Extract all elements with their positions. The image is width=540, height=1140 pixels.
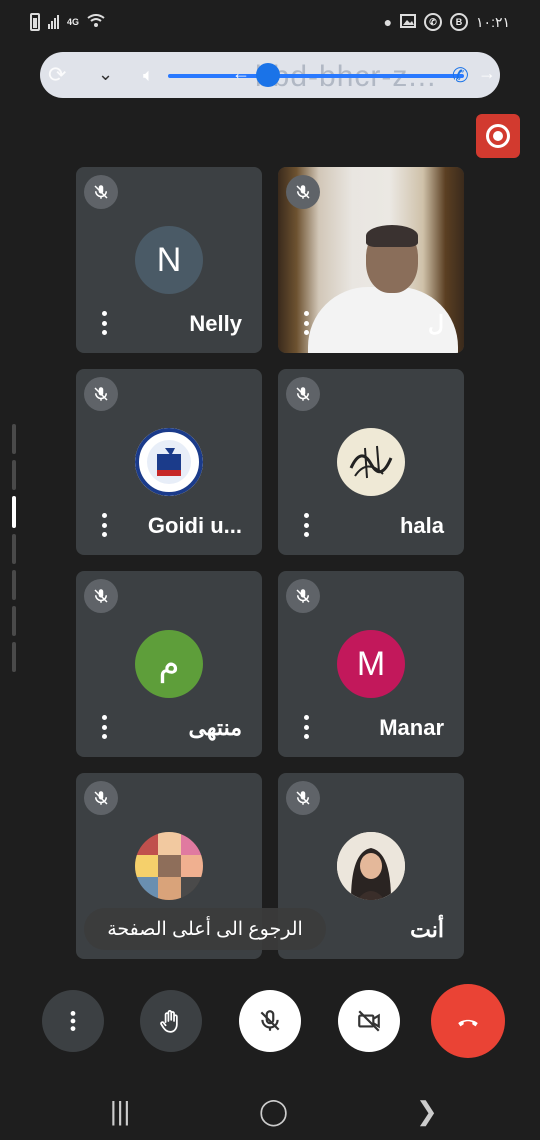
avatar: م [135, 630, 203, 698]
call-info-bar[interactable]: ⟳ ⌄ 🔈︎ bbd-bhcr-z... ← ✆ → [40, 52, 500, 98]
avatar: N [135, 226, 203, 294]
back-button[interactable]: ❯ [416, 1096, 438, 1127]
b-circle-icon: B [450, 13, 469, 31]
mic-off-icon [84, 579, 118, 613]
more-vert-icon[interactable] [300, 513, 312, 537]
more-vert-icon [70, 1011, 76, 1031]
participant-tile-video[interactable]: ل [278, 167, 464, 353]
scroll-to-top-toast[interactable]: الرجوع الى أعلى الصفحة [84, 908, 326, 950]
hand-icon [160, 1010, 178, 1033]
volume-slider-thumb[interactable] [256, 63, 280, 87]
more-vert-icon[interactable] [300, 715, 312, 739]
participant-tile-hala[interactable]: hala [278, 369, 464, 555]
more-vert-icon[interactable] [98, 715, 110, 739]
recording-button[interactable] [476, 114, 520, 158]
mic-off-icon [286, 175, 320, 209]
participant-name: Manar [379, 715, 444, 740]
mic-toggle-button[interactable] [239, 990, 301, 1052]
participant-tile-nelly[interactable]: N Nelly [76, 167, 262, 353]
arrow-right-icon: → [478, 63, 496, 83]
more-options-button[interactable] [42, 990, 104, 1052]
clock: ١٠:٢١ [476, 13, 510, 30]
mic-off-icon [84, 377, 118, 411]
gallery-icon [400, 14, 417, 30]
camera-off-icon [358, 1010, 380, 1032]
dot-icon: ● [383, 14, 393, 30]
kids-collage-avatar [135, 832, 203, 900]
whatsapp-icon: ✆ [424, 13, 443, 31]
woman-hijab-avatar [337, 832, 405, 900]
status-left: 4G [30, 13, 105, 31]
raise-hand-button[interactable] [140, 990, 202, 1052]
goidi-logo-avatar [135, 428, 203, 496]
more-vert-icon[interactable] [98, 311, 110, 335]
participant-tile-manar[interactable]: M Manar [278, 571, 464, 757]
participant-name: Goidi u... [147, 513, 242, 538]
battery-icon [30, 13, 40, 31]
mic-off-icon [286, 377, 320, 411]
more-vert-icon[interactable] [98, 513, 110, 537]
participant-tile-muntaha[interactable]: م منتهى [76, 571, 262, 757]
wifi-icon [87, 14, 105, 30]
status-bar: 4G ● ✆ B ١٠:٢١ [0, 0, 540, 44]
home-button[interactable]: ◯ [259, 1096, 288, 1127]
camera-toggle-button[interactable] [338, 990, 400, 1052]
mic-off-icon [260, 1010, 280, 1031]
status-right: ● ✆ B ١٠:٢١ [384, 13, 510, 31]
mic-off-icon [84, 175, 118, 209]
mic-off-icon [286, 579, 320, 613]
mic-off-icon [84, 781, 118, 815]
participant-name: hala [399, 513, 444, 538]
more-vert-icon[interactable] [300, 311, 312, 335]
phone-icon[interactable]: ✆ [452, 63, 469, 88]
participant-name: منتهى [188, 715, 242, 740]
system-nav-bar: ||| ◯ ❯ [0, 1080, 540, 1140]
rotate-icon[interactable]: ⟳ [48, 62, 66, 88]
participant-name: Nelly [189, 311, 242, 336]
signal-bars-icon [48, 15, 59, 29]
record-icon [486, 124, 510, 148]
recent-apps-button[interactable]: ||| [110, 1096, 130, 1127]
end-call-button[interactable] [431, 984, 505, 1058]
participant-name: أنت [410, 917, 444, 942]
page-scroll-indicator[interactable] [12, 424, 18, 700]
phone-hangup-icon [458, 1019, 478, 1027]
avatar: M [337, 630, 405, 698]
mic-off-icon [286, 781, 320, 815]
participant-name: ل [428, 311, 444, 336]
volume-icon: 🔈︎ [143, 65, 154, 85]
volume-slider-track[interactable] [168, 74, 464, 78]
participant-tile-goidi[interactable]: Goidi u... [76, 369, 262, 555]
4g-icon: 4G [67, 16, 80, 27]
meet-call-screen: 4G ● ✆ B ١٠:٢١ ⟳ ⌄ 🔈︎ bbd-bhcr-z... ← ✆ … [0, 0, 540, 1140]
chevron-down-icon[interactable]: ⌄ [98, 64, 113, 85]
calligraphy-avatar [337, 428, 405, 496]
arrow-left-icon: ← [232, 63, 250, 83]
